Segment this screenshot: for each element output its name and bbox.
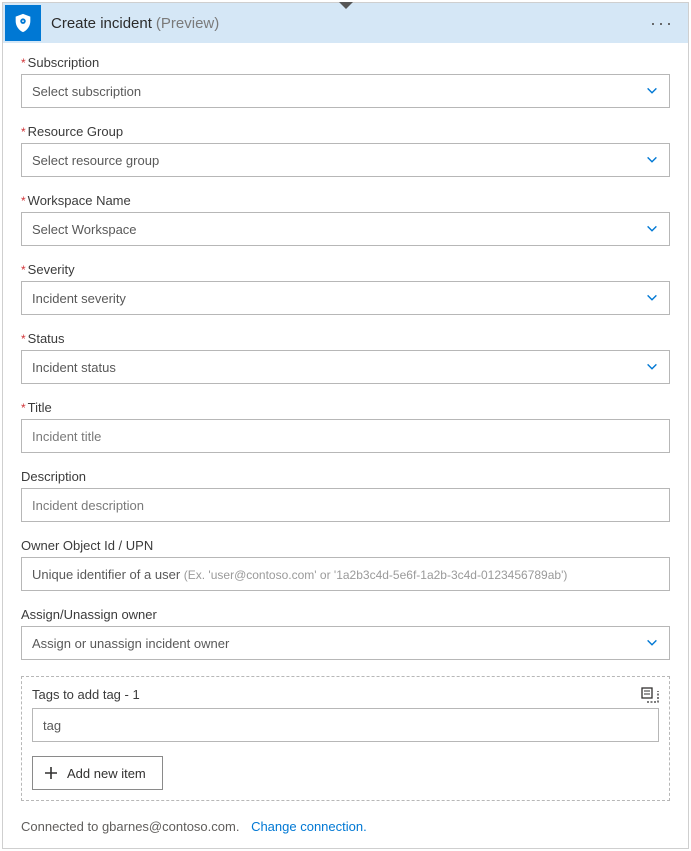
chevron-down-icon bbox=[645, 636, 659, 650]
input-owner-placeholder: Unique identifier of a user bbox=[32, 567, 184, 582]
collapse-notch-icon[interactable] bbox=[339, 2, 353, 9]
tags-label: Tags to add tag - 1 bbox=[32, 687, 659, 702]
chevron-down-icon bbox=[645, 84, 659, 98]
field-severity: Severity Incident severity bbox=[21, 262, 670, 315]
field-status: Status Incident status bbox=[21, 331, 670, 384]
sentinel-shield-icon bbox=[5, 5, 41, 41]
input-description[interactable] bbox=[21, 488, 670, 522]
more-options-button[interactable]: ··· bbox=[646, 13, 678, 34]
select-status-value: Incident status bbox=[32, 360, 116, 375]
select-status[interactable]: Incident status bbox=[21, 350, 670, 384]
select-resource-group[interactable]: Select resource group bbox=[21, 143, 670, 177]
select-resource-group-value: Select resource group bbox=[32, 153, 159, 168]
select-severity[interactable]: Incident severity bbox=[21, 281, 670, 315]
field-workspace-name: Workspace Name Select Workspace bbox=[21, 193, 670, 246]
input-title-field[interactable] bbox=[32, 429, 659, 444]
card-preview-badge: (Preview) bbox=[156, 15, 219, 32]
select-workspace-name-value: Select Workspace bbox=[32, 222, 137, 237]
select-subscription-value: Select subscription bbox=[32, 84, 141, 99]
chevron-down-icon bbox=[645, 222, 659, 236]
label-assign: Assign/Unassign owner bbox=[21, 607, 670, 622]
label-workspace-name: Workspace Name bbox=[21, 193, 670, 208]
select-subscription[interactable]: Select subscription bbox=[21, 74, 670, 108]
connection-footer: Connected to gbarnes@contoso.com. Change… bbox=[3, 809, 688, 848]
label-title: Title bbox=[21, 400, 670, 415]
field-resource-group: Resource Group Select resource group bbox=[21, 124, 670, 177]
label-severity: Severity bbox=[21, 262, 670, 277]
switch-mode-icon[interactable] bbox=[641, 687, 659, 705]
add-new-item-button[interactable]: Add new item bbox=[32, 756, 163, 790]
change-connection-link[interactable]: Change connection. bbox=[251, 819, 367, 834]
label-status: Status bbox=[21, 331, 670, 346]
connected-to-text: Connected to gbarnes@contoso.com. bbox=[21, 819, 239, 834]
card-header: Create incident (Preview) ··· bbox=[3, 3, 688, 43]
chevron-down-icon bbox=[645, 153, 659, 167]
card-title: Create incident bbox=[51, 15, 152, 32]
field-owner: Owner Object Id / UPN Unique identifier … bbox=[21, 538, 670, 591]
select-severity-value: Incident severity bbox=[32, 291, 126, 306]
select-assign[interactable]: Assign or unassign incident owner bbox=[21, 626, 670, 660]
chevron-down-icon bbox=[645, 360, 659, 374]
tags-section: Tags to add tag - 1 tag Add new item bbox=[21, 676, 670, 801]
field-description: Description bbox=[21, 469, 670, 522]
plus-icon bbox=[43, 765, 59, 781]
input-description-field[interactable] bbox=[32, 498, 659, 513]
field-title: Title bbox=[21, 400, 670, 453]
chevron-down-icon bbox=[645, 291, 659, 305]
label-subscription: Subscription bbox=[21, 55, 670, 70]
input-title[interactable] bbox=[21, 419, 670, 453]
add-new-item-label: Add new item bbox=[67, 766, 146, 781]
field-assign: Assign/Unassign owner Assign or unassign… bbox=[21, 607, 670, 660]
select-workspace-name[interactable]: Select Workspace bbox=[21, 212, 670, 246]
form-body: Subscription Select subscription Resourc… bbox=[3, 43, 688, 809]
input-owner[interactable]: Unique identifier of a user (Ex. 'user@c… bbox=[21, 557, 670, 591]
label-resource-group: Resource Group bbox=[21, 124, 670, 139]
tag-input-value: tag bbox=[43, 718, 61, 733]
create-incident-card: Create incident (Preview) ··· Subscripti… bbox=[2, 2, 689, 849]
label-description: Description bbox=[21, 469, 670, 484]
label-owner: Owner Object Id / UPN bbox=[21, 538, 670, 553]
tag-input[interactable]: tag bbox=[32, 708, 659, 742]
input-owner-hint: (Ex. 'user@contoso.com' or '1a2b3c4d-5e6… bbox=[184, 568, 568, 582]
field-subscription: Subscription Select subscription bbox=[21, 55, 670, 108]
select-assign-value: Assign or unassign incident owner bbox=[32, 636, 229, 651]
